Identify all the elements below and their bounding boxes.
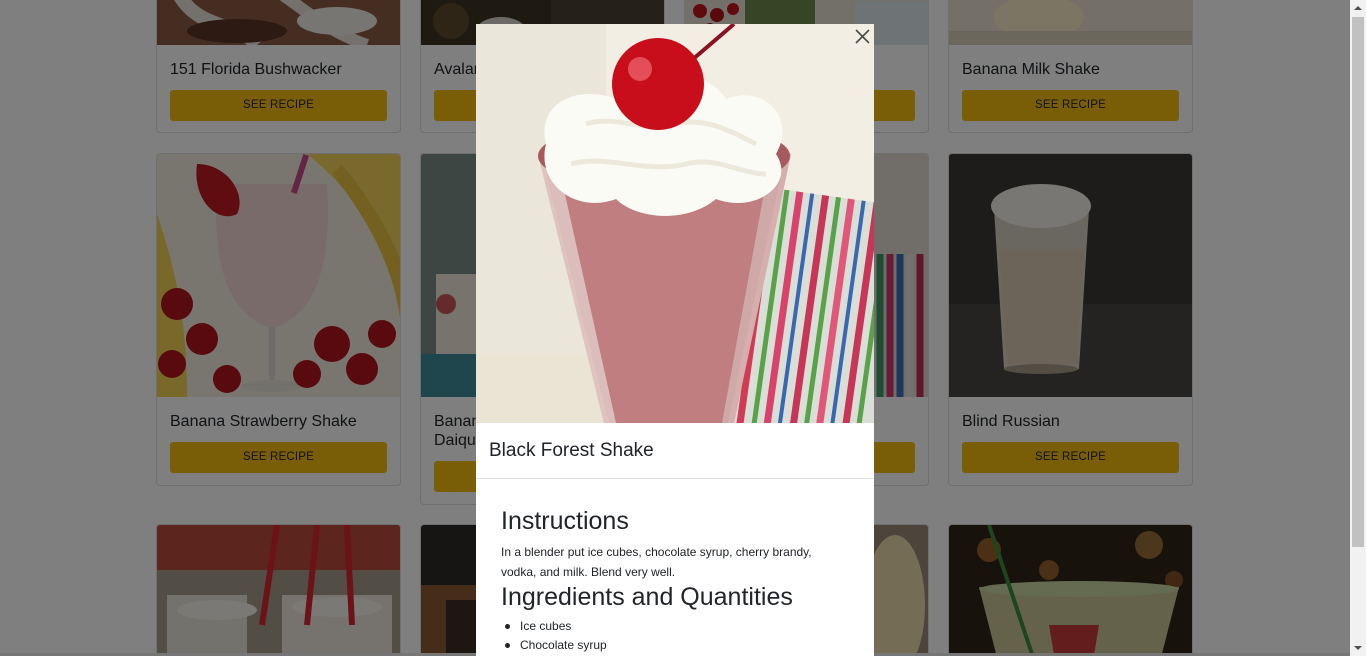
instructions-text: In a blender put ice cubes, chocolate sy… [501,545,812,579]
scrollbar-thumb[interactable] [1352,17,1364,547]
scroll-down-icon[interactable] [1350,640,1366,656]
instructions-heading: Instructions [501,507,629,535]
modal-recipe-image [476,24,874,423]
close-icon [855,29,870,44]
ingredient-item: Ice cubes [501,617,607,636]
vertical-scrollbar[interactable] [1350,0,1366,656]
recipe-modal: Black Forest Shake Instructions In a ble… [476,24,874,664]
scroll-up-icon[interactable] [1350,0,1366,16]
ingredient-item: Chocolate syrup [501,636,607,655]
modal-divider [476,478,874,479]
modal-title: Black Forest Shake [489,440,654,461]
ingredients-list: Ice cubes Chocolate syrup [501,617,607,655]
ingredients-heading: Ingredients and Quantities [501,583,793,611]
close-button[interactable] [852,26,874,48]
